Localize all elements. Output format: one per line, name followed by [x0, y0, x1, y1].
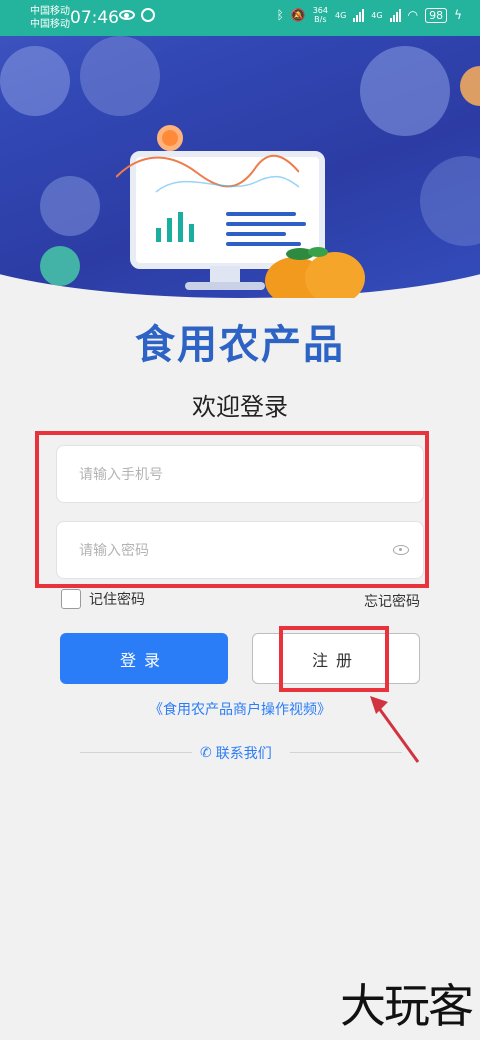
alarm-icon [141, 8, 155, 22]
chart-curve [116, 154, 299, 193]
divider-left [80, 752, 192, 753]
divider-right [290, 752, 402, 753]
hero-banner [0, 36, 480, 298]
login-button[interactable]: 登录 [60, 633, 228, 684]
status-bar: 中国移动 中国移动 07:46 ᛒ 🔕 364 B/s 4G 4G ◠ 98 ϟ [0, 0, 480, 36]
wifi-icon: ◠ [407, 8, 419, 22]
app-logo: 食用农产品 [135, 321, 345, 368]
status-icons: ᛒ 🔕 364 B/s 4G 4G ◠ 98 ϟ [277, 6, 462, 24]
orange-illustration [265, 247, 365, 298]
fruit-shape [420, 156, 480, 246]
carrier-info: 中国移动 中国移动 [30, 6, 70, 30]
phone-icon: ✆ [200, 745, 212, 761]
fruit-shape [0, 46, 70, 116]
fruit-shape [40, 176, 100, 236]
bar-icon [156, 212, 194, 242]
remember-label: 记住密码 [89, 592, 145, 608]
annotation-box-register [279, 626, 389, 692]
signal-icon [389, 8, 401, 22]
fruit-shape [40, 246, 80, 286]
monitor-base [185, 282, 265, 290]
signal-icon [353, 8, 365, 22]
net-speed: 364 B/s [312, 6, 328, 24]
remember-checkbox[interactable] [61, 589, 81, 609]
watermark: 大玩客 [340, 979, 474, 1033]
bluetooth-icon: ᛒ [276, 8, 284, 22]
battery-icon: 98 [425, 7, 448, 23]
fruit-shape [360, 46, 450, 136]
net-type-1: 4G [335, 10, 347, 20]
net-type-2: 4G [371, 10, 383, 20]
charging-icon: ϟ [454, 8, 462, 22]
fruit-shape [460, 66, 480, 106]
remember-password[interactable]: 记住密码 [61, 589, 145, 609]
annotation-box-inputs [35, 431, 429, 588]
clock: 07:46 [70, 8, 119, 28]
video-tutorial-link[interactable]: 《食用农产品商户操作视频》 [0, 699, 480, 719]
page-title: 欢迎登录 [192, 393, 288, 421]
forgot-password-link[interactable]: 忘记密码 [364, 591, 420, 611]
mute-icon: 🔕 [290, 8, 306, 22]
contact-label: 联系我们 [215, 746, 272, 762]
contact-us-link[interactable]: ✆ 联系我们 [200, 743, 272, 763]
fruit-shape [80, 36, 160, 116]
eye-icon [119, 10, 135, 20]
